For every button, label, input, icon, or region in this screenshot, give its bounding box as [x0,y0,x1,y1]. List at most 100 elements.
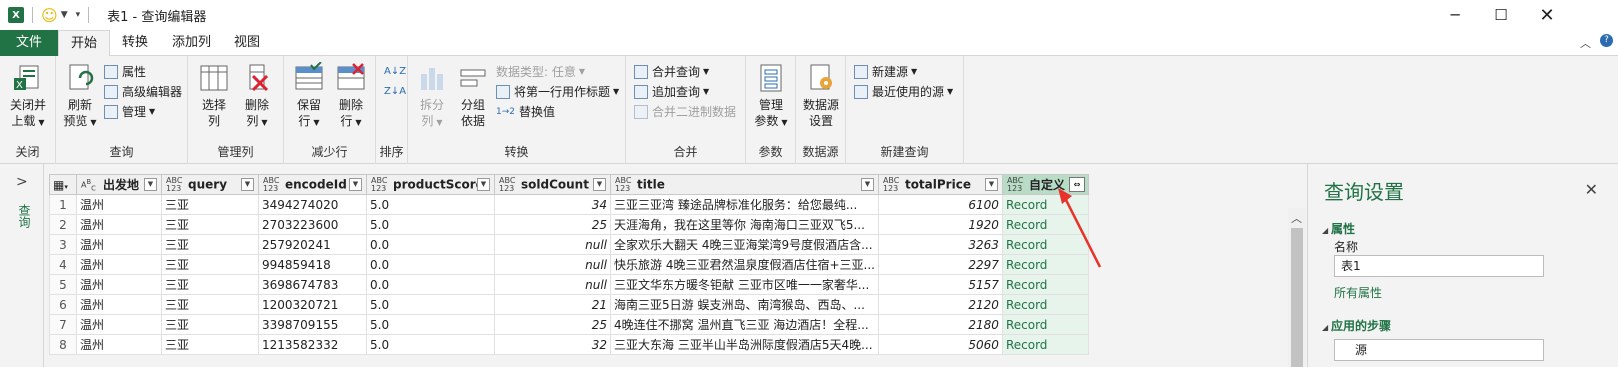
type-any-icon[interactable]: ABC 123 [883,176,901,193]
table-cell[interactable]: 温州 [76,294,162,315]
choose-columns-button[interactable]: 选择 列 [194,62,234,129]
table-cell[interactable]: 三亚 [161,234,259,255]
table-row[interactable]: 5 温州 三亚 3698674783 0.0 null 三亚文华东方暖冬钜献 三亚市区唯一一… [49,274,1089,295]
merge-queries-button[interactable]: 合并查询 ▼ [634,62,709,82]
record-link-cell[interactable]: Record [1001,274,1089,295]
table-row[interactable]: 3 温州 三亚 257920241 0.0 null 全家欢乐大翻天 4晚三亚海棠湾9号度假… [49,234,1089,255]
close-and-load-button[interactable]: X 关闭并 上载 ▼ [6,62,50,131]
remove-columns-button[interactable]: 删除 列 ▼ [236,62,278,131]
table-cell[interactable]: null [494,234,611,255]
type-any-icon[interactable]: ABC 123 [1007,177,1025,193]
filter-dropdown-icon[interactable]: ▼ [593,178,606,191]
column-header[interactable]: ABC 123 query ▼ [161,174,259,195]
table-cell[interactable]: 5.0 [366,194,495,215]
scrollbar-thumb[interactable] [1291,228,1303,367]
table-cell[interactable]: 三亚 [161,334,259,355]
tab-add-column[interactable]: 添加列 [160,30,223,56]
row-number[interactable]: 2 [49,214,77,235]
filter-dropdown-icon[interactable]: ▼ [860,178,874,191]
expand-navigator-icon[interactable]: > [16,174,28,190]
table-cell[interactable]: 3494274020 [258,194,367,215]
table-cell[interactable]: 2297 [877,254,1003,275]
group-by-button[interactable]: 分组 依据 [454,62,492,129]
table-cell[interactable]: 三亚文华东方暖冬钜献 三亚市区唯一一家奢华... [610,274,879,295]
all-properties-link[interactable]: 所有属性 [1334,284,1382,301]
column-header[interactable]: ABC 出发地 ▼ [76,174,162,195]
table-cell[interactable]: 1920 [877,214,1003,235]
table-cell[interactable]: 三亚 [161,294,259,315]
table-cell[interactable]: 全家欢乐大翻天 4晚三亚海棠湾9号度假酒店含... [610,234,879,255]
column-header[interactable]: ABC 123 soldCount ▼ [494,174,611,195]
applied-steps-section[interactable]: ◢ 应用的步骤 [1322,317,1391,334]
replace-values-button[interactable]: 1→2 替换值 [496,102,555,122]
table-cell[interactable]: 1213582332 [258,334,367,355]
table-cell[interactable]: 三亚大东海 三亚半山半岛洲际度假酒店5天4晚... [610,334,879,355]
table-row[interactable]: 6 温州 三亚 1200320721 5.0 21 海南三亚5日游 蜈支洲岛、南湾猴岛、西岛… [49,294,1089,315]
record-link-cell[interactable]: Record [1001,314,1089,335]
advanced-editor-button[interactable]: 高级编辑器 [104,82,182,102]
minimize-button[interactable]: ─ [1432,0,1478,30]
close-window-button[interactable]: ✕ [1524,0,1570,30]
record-link-cell[interactable]: Record [1001,294,1089,315]
applied-step-item[interactable]: 源 [1334,339,1544,361]
table-cell[interactable]: 5157 [877,274,1003,295]
table-cell[interactable]: 25 [494,314,611,335]
filter-dropdown-icon[interactable]: ▼ [477,178,490,191]
tab-view[interactable]: 视图 [222,30,272,56]
type-any-icon[interactable]: ABC 123 [499,176,517,193]
tab-home[interactable]: 开始 [58,30,111,57]
filter-dropdown-icon[interactable]: ▼ [984,178,998,191]
table-cell[interactable]: 4晚连住不挪窝 温州直飞三亚 海边酒店！全程... [610,314,879,335]
table-cell[interactable]: 5.0 [366,334,495,355]
recent-sources-button[interactable]: 最近使用的源 ▼ [854,82,953,102]
queries-nav-label[interactable]: 查询 [16,204,33,228]
table-row[interactable]: 4 温州 三亚 994859418 0.0 null 快乐旅游 4晚三亚君然温泉度假酒店住宿… [49,254,1089,275]
table-cell[interactable]: null [494,254,611,275]
table-row[interactable]: 1 温州 三亚 3494274020 5.0 34 三亚三亚湾 臻途品牌标准化服务：给您最纯… [49,194,1089,215]
table-row[interactable]: 8 温州 三亚 1213582332 5.0 32 三亚大东海 三亚半山半岛洲际度假酒店5天… [49,334,1089,355]
table-cell[interactable]: 三亚 [161,194,259,215]
table-cell[interactable]: 5.0 [366,314,495,335]
type-text-icon[interactable]: ABC [81,178,99,192]
table-cell[interactable]: 三亚 [161,254,259,275]
collapse-ribbon-icon[interactable]: ︿ [1580,35,1591,51]
smiley-dropdown-icon[interactable]: ▼ [61,10,68,20]
close-icon[interactable]: ✕ [1585,180,1598,199]
table-cell[interactable]: 2703223600 [258,214,367,235]
record-link-cell[interactable]: Record [1001,334,1089,355]
table-cell[interactable]: 5.0 [366,214,495,235]
table-cell[interactable]: 6100 [877,194,1003,215]
table-cell[interactable]: 三亚 [161,274,259,295]
table-menu-icon[interactable]: ▦▾ [49,174,77,195]
row-number[interactable]: 7 [49,314,77,335]
use-first-row-headers-button[interactable]: 将第一行用作标题 ▼ [496,82,619,102]
table-cell[interactable]: 3698674783 [258,274,367,295]
keep-rows-button[interactable]: 保留 行 ▼ [288,61,330,131]
table-cell[interactable]: 32 [494,334,611,355]
help-icon[interactable]: ? [1600,34,1613,47]
new-source-button[interactable]: 新建源 ▼ [854,62,917,82]
table-cell[interactable]: 0.0 [366,254,495,275]
properties-section[interactable]: ◢ 属性 [1322,220,1355,237]
table-cell[interactable]: 温州 [76,274,162,295]
type-any-icon[interactable]: ABC 123 [371,176,389,193]
row-number[interactable]: 5 [49,274,77,295]
table-cell[interactable]: 温州 [76,314,162,335]
row-number[interactable]: 1 [49,194,77,215]
filter-dropdown-icon[interactable]: ▼ [349,178,362,191]
table-cell[interactable]: 温州 [76,254,162,275]
scroll-up-icon[interactable]: ︿ [1291,210,1302,226]
combine-binaries-button[interactable]: 合并二进制数据 [634,102,736,122]
table-cell[interactable]: 2180 [877,314,1003,335]
manage-query-button[interactable]: 管理 ▼ [104,102,155,122]
table-cell[interactable]: 三亚三亚湾 臻途品牌标准化服务：给您最纯... [610,194,879,215]
table-cell[interactable]: 海南三亚5日游 蜈支洲岛、南湾猴岛、西岛、... [610,294,879,315]
table-cell[interactable]: 0.0 [366,234,495,255]
filter-dropdown-icon[interactable]: ▼ [144,178,157,191]
data-type-dropdown[interactable]: 数据类型: 任意 ▼ [496,62,585,82]
row-number[interactable]: 6 [49,294,77,315]
table-cell[interactable]: 温州 [76,214,162,235]
datasource-settings-button[interactable]: 数据源 设置 [798,62,844,129]
remove-rows-button[interactable]: 删除 行 ▼ [330,62,372,131]
table-cell[interactable]: 温州 [76,234,162,255]
